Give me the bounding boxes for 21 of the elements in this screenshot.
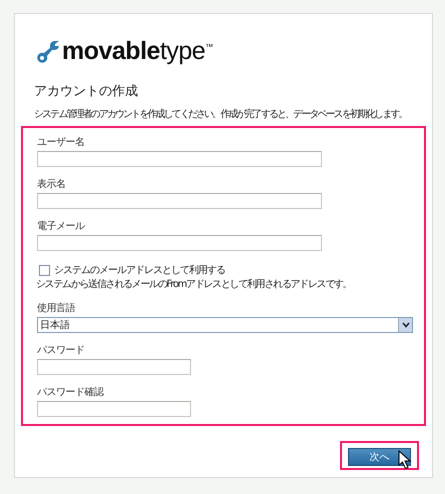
page-title: アカウントの作成: [34, 83, 139, 100]
input-field[interactable]: [37, 193, 322, 209]
next-button[interactable]: 次へ: [348, 448, 411, 466]
field-label: 使用言語: [37, 303, 76, 315]
logo-text: movabletype$^{™}$: [62, 36, 213, 66]
input-field[interactable]: [37, 235, 322, 251]
field-label: ユーザー名: [37, 137, 86, 149]
field-label: 表示名: [37, 179, 66, 191]
field-label: パスワード確認: [37, 387, 105, 399]
language-select[interactable]: 日本語: [37, 317, 413, 333]
password-field[interactable]: [37, 359, 191, 375]
cursor-icon: [398, 450, 412, 470]
hint-text: システムから送信されるメールのFromアドレスとして利用されるアドレスです。: [36, 278, 352, 291]
checkbox[interactable]: [39, 264, 50, 276]
password-field[interactable]: [37, 401, 191, 417]
field-label: パスワード: [37, 345, 86, 357]
intro-text: システム管理者のアカウントを作成してください。作成が完了すると、データベースを初期化します。: [34, 108, 408, 121]
checkbox-label: システムのメールアドレスとして利用する: [54, 264, 225, 277]
field-label: 電子メール: [37, 221, 86, 233]
wrench-icon: [37, 39, 61, 63]
input-field[interactable]: [37, 151, 322, 167]
